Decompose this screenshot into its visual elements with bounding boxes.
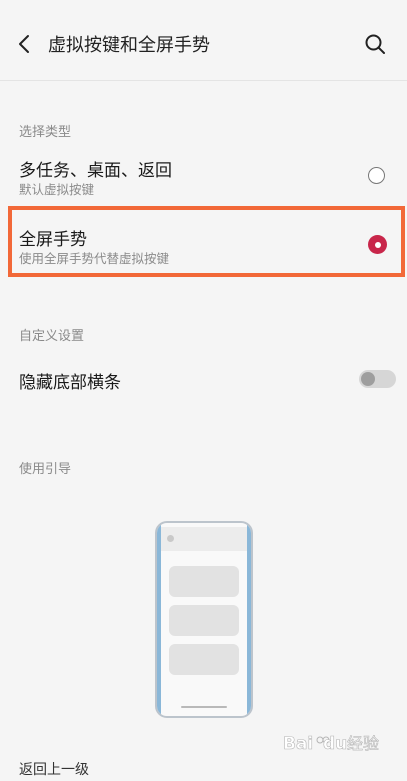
section-label-usage-guide: 使用引导 (19, 462, 72, 477)
option-title: 全屏手势 (19, 230, 87, 250)
option-multitask-home-back[interactable]: 多任务、桌面、返回 默认虚拟按键 (0, 148, 407, 204)
radio-button-selected[interactable] (368, 235, 387, 254)
chevron-left-icon[interactable] (14, 33, 36, 55)
phone-content-card (169, 605, 239, 636)
app-header: 虚拟按键和全屏手势 (0, 0, 407, 81)
back-to-parent-link[interactable]: 返回上一级 (19, 759, 89, 779)
setting-hide-bottom-bar[interactable]: 隐藏底部横条 (0, 356, 407, 402)
option-subtitle: 默认虚拟按键 (19, 182, 95, 197)
phone-camera-dot (167, 535, 174, 542)
option-title: 多任务、桌面、返回 (19, 161, 172, 181)
option-subtitle: 使用全屏手势代替虚拟按键 (19, 251, 170, 266)
phone-content-card (169, 644, 239, 675)
toggle-knob (361, 372, 375, 386)
radio-button-unselected[interactable] (368, 167, 385, 184)
option-fullscreen-gestures[interactable]: 全屏手势 使用全屏手势代替虚拟按键 (0, 212, 407, 272)
svg-text:经验: 经验 (347, 734, 379, 753)
svg-text:du: du (323, 734, 347, 754)
svg-text:Bai: Bai (283, 734, 313, 754)
phone-content-card (169, 566, 239, 597)
phone-guide-illustration (155, 521, 253, 718)
search-icon[interactable] (364, 33, 386, 55)
section-label-custom-settings: 自定义设置 (19, 329, 85, 344)
section-label-select-type: 选择类型 (19, 125, 72, 140)
phone-edge-left (157, 523, 161, 716)
page-title: 虚拟按键和全屏手势 (48, 35, 210, 56)
baidu-jingyan-watermark: Bai du 经验 (283, 734, 379, 755)
hide-bottom-bar-toggle[interactable] (359, 370, 396, 388)
phone-edge-right (247, 523, 251, 716)
setting-label: 隐藏底部横条 (19, 373, 121, 393)
phone-home-indicator (181, 706, 227, 708)
